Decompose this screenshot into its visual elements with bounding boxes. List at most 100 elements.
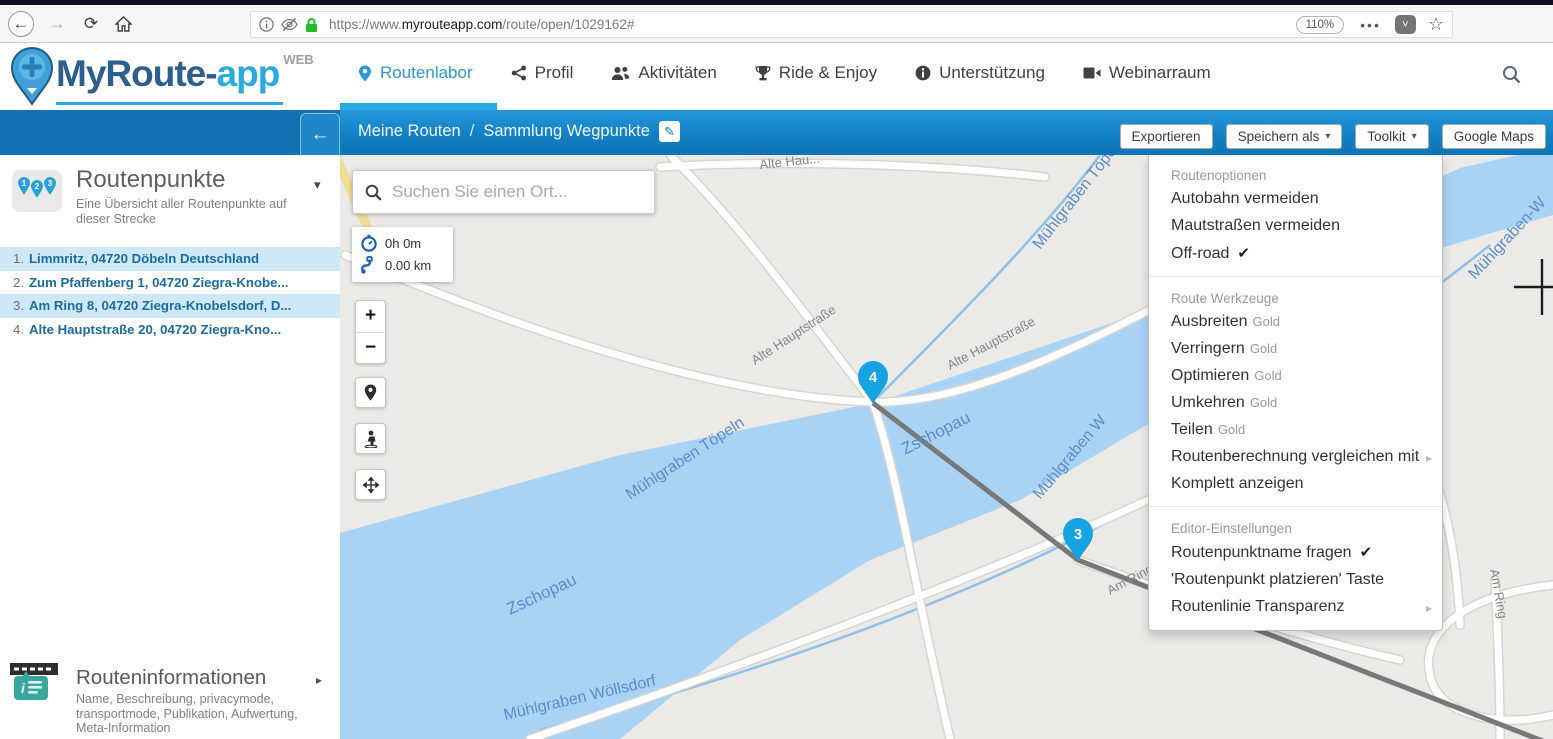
route-stats-box: 0h 0m 0.00 km [352,227,453,282]
gold-badge: Gold [1218,422,1245,437]
browser-toolbar: ← → ⟳ https://www.myrouteapp.com/route/o… [0,5,1553,43]
routepoint-label: Am Ring 8, 04720 Ziegra-Knobelsdorf, D..… [29,298,291,313]
svg-text:3: 3 [1074,526,1082,543]
video-camera-icon [1083,66,1101,80]
routepoint-item-2[interactable]: 2.Zum Pfaffenberg 1, 04720 Ziegra-Knobe.… [0,271,340,295]
browser-back-button[interactable]: ← [8,11,34,37]
svg-text:Mühlgraben Töpeln: Mühlgraben Töpeln [1030,155,1128,252]
menu-item-teilen[interactable]: TeilenGold [1149,417,1442,444]
nav-label: Aktivitäten [638,63,716,83]
zoom-level-badge[interactable]: 110% [1296,16,1345,34]
google-maps-button[interactable]: Google Maps [1442,124,1546,149]
nav-routenlabor[interactable]: Routenlabor [358,63,473,83]
place-marker-button[interactable] [355,377,386,408]
url-text: https://www.myrouteapp.com/route/open/10… [329,17,1296,32]
header-search-button[interactable] [1502,65,1521,89]
nav-profil[interactable]: Profil [511,63,574,83]
menu-item-routenpunktname-fragen[interactable]: Routenpunktname fragen✔ [1149,539,1442,567]
logo-pin-icon [8,46,56,106]
breadcrumb-my-routes[interactable]: Meine Routen [358,122,461,141]
page-actions-icon[interactable]: ••• [1360,17,1381,33]
app-logo[interactable]: MyRoute-app WEB [8,46,314,106]
url-bar[interactable]: https://www.myrouteapp.com/route/open/10… [250,11,1453,38]
gold-badge: Gold [1250,341,1277,356]
streetview-pegman-button[interactable] [355,423,386,454]
menu-item-routenberechnung-vergleichen[interactable]: Routenberechnung vergleichen mit▸ [1149,444,1442,471]
routepoint-item-3[interactable]: 3. Am Ring 8, 04720 Ziegra-Knobelsdorf, D… [0,294,340,318]
collapse-sidebar-button[interactable]: ← [300,113,340,155]
svg-text:3: 3 [48,179,53,188]
gold-badge: Gold [1254,368,1281,383]
submenu-arrow-icon: ▸ [1426,451,1432,465]
toolkit-button[interactable]: Toolkit▾ [1355,124,1428,149]
menu-item-ausbreiten[interactable]: AusbreitenGold [1149,309,1442,336]
secure-lock-icon[interactable] [305,17,318,33]
routeinfo-subtitle: Name, Beschreibung, privacymode, transpo… [76,692,328,736]
map-pin-icon [358,65,372,82]
toolbar-buttons: Exportieren Speichern als▾ Toolkit▾ Goog… [1120,124,1546,149]
menu-item-optimieren[interactable]: OptimierenGold [1149,363,1442,390]
nav-webinarraum[interactable]: Webinarraum [1083,63,1211,83]
svg-text:4: 4 [869,369,878,386]
zoom-in-button[interactable]: + [356,301,385,332]
sidebar: 123 Routenpunkte Eine Übersicht aller Ro… [0,155,340,739]
edit-route-name-button[interactable]: ✎ [659,121,680,142]
breadcrumb-separator: / [470,122,475,141]
check-icon: ✔ [1360,544,1373,561]
routepoint-label: Zum Pfaffenberg 1, 04720 Ziegra-Knobe... [29,275,288,290]
menu-section-header: Editor-Einstellungen [1149,515,1442,539]
bookmark-star-icon[interactable]: ☆ [1428,14,1444,35]
routeinfo-title: Routeninformationen [76,666,266,690]
page-info-icon[interactable] [259,17,274,32]
browser-forward-button[interactable]: → [44,11,70,37]
menu-item-umkehren[interactable]: UmkehrenGold [1149,390,1442,417]
menu-divider [1149,506,1442,507]
main-navigation: Routenlabor Profil Aktivitäten Ride & En… [358,43,1211,103]
save-as-button[interactable]: Speichern als▾ [1226,124,1343,149]
routepoint-label: Alte Hauptstraße 20, 04720 Ziegra-Kno... [29,322,281,337]
zoom-control: + − [355,300,386,364]
routepoint-item-1[interactable]: 1.Limmritz, 04720 Döbeln Deutschland [0,247,340,271]
menu-item-autobahn-vermeiden[interactable]: Autobahn vermeiden [1149,186,1442,213]
caret-down-icon: ▾ [1412,131,1417,142]
home-icon [115,16,132,32]
map-search-input[interactable] [392,182,642,202]
menu-item-routenlinie-transparenz[interactable]: Routenlinie Transparenz▸ [1149,594,1442,621]
browser-refresh-button[interactable]: ⟳ [78,11,104,37]
pegman-icon [364,430,378,448]
nav-unterstuetzung[interactable]: Unterstützung [915,63,1045,83]
breadcrumb-route-name[interactable]: Sammlung Wegpunkte [483,122,650,141]
export-button[interactable]: Exportieren [1120,124,1213,149]
gold-badge: Gold [1250,395,1277,410]
nav-label: Unterstützung [939,63,1045,83]
toolkit-dropdown-menu: Routenoptionen Autobahn vermeiden Mautst… [1148,155,1443,631]
menu-item-verringern[interactable]: VerringernGold [1149,336,1442,363]
pocket-icon[interactable]: ˅ [1395,15,1416,34]
routeinfo-icon: i [8,661,60,707]
routeinfo-expand-button[interactable]: ▸ [316,673,322,687]
caret-down-icon: ▾ [1325,131,1330,142]
browser-home-button[interactable] [110,11,136,37]
nav-ride-enjoy[interactable]: Ride & Enjoy [755,63,877,83]
nav-aktivitaeten[interactable]: Aktivitäten [611,63,716,83]
menu-item-off-road[interactable]: Off-road✔ [1149,240,1442,268]
pencil-icon: ✎ [664,124,675,140]
route-distance: 0.00 km [385,258,431,273]
breadcrumb: Meine Routen / Sammlung Wegpunkte ✎ [358,121,680,142]
routepoint-item-4[interactable]: 4.Alte Hauptstraße 20, 04720 Ziegra-Kno.… [0,318,340,342]
routepoint-number: 3. [13,298,24,313]
nav-label: Profil [535,63,574,83]
menu-item-komplett-anzeigen[interactable]: Komplett anzeigen [1149,471,1442,498]
info-icon [915,65,931,81]
pan-mode-button[interactable] [355,469,386,500]
nav-label: Ride & Enjoy [779,63,877,83]
menu-section-header: Routenoptionen [1149,162,1442,186]
duration-icon [360,234,378,252]
menu-item-routenpunkt-platzieren[interactable]: 'Routenpunkt platzieren' Taste [1149,567,1442,594]
routepoints-collapse-button[interactable]: ▾ [314,177,321,193]
map-search-box[interactable] [352,170,655,214]
menu-item-mautstrassen-vermeiden[interactable]: Mautstraßen vermeiden [1149,213,1442,240]
users-icon [611,65,630,81]
tracking-protection-icon[interactable] [281,17,298,32]
zoom-out-button[interactable]: − [356,332,385,363]
